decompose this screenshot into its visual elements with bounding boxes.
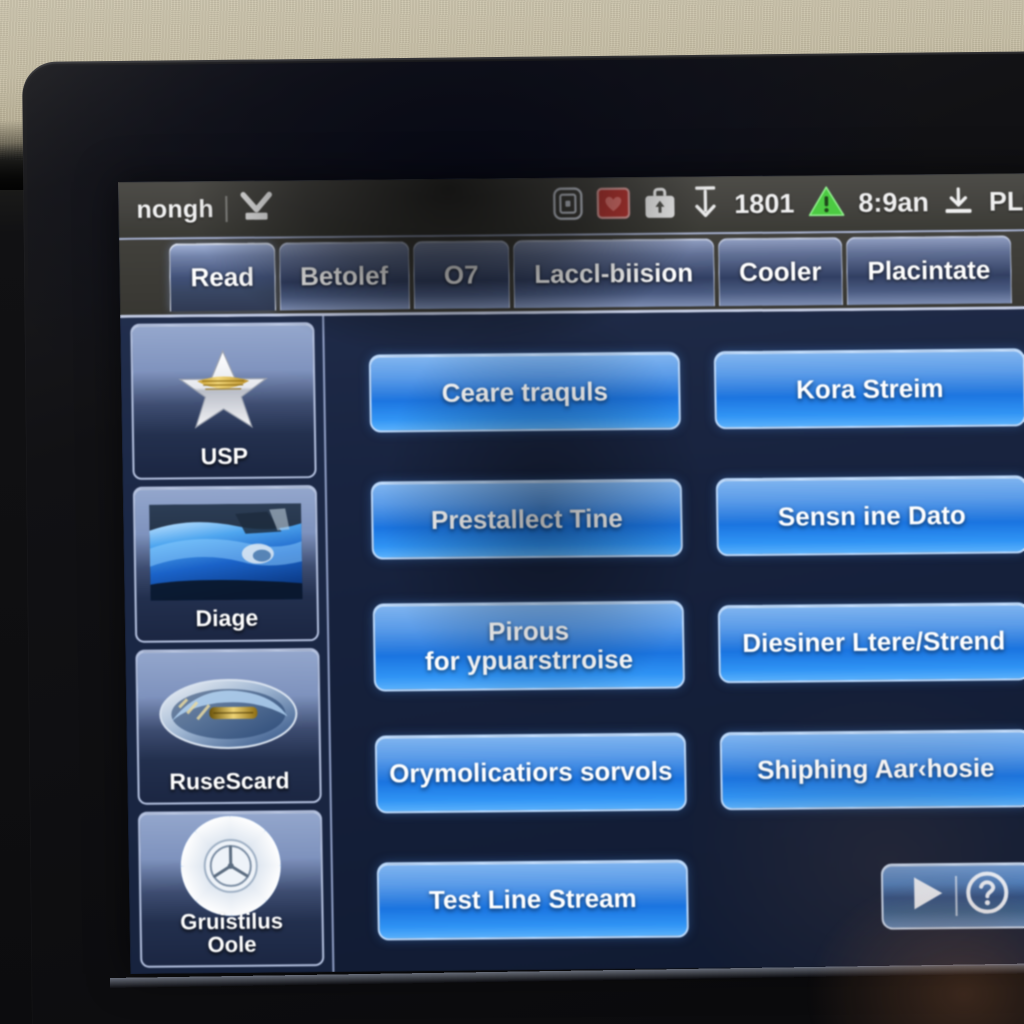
question-mark-circle-icon[interactable]: [961, 869, 1014, 922]
grid-cell: Orymolicatiors sorvols: [374, 719, 688, 827]
warning-triangle-icon[interactable]: [807, 184, 846, 223]
status-bar: nongh 1801 8:9an PL8: [118, 173, 1024, 240]
sidebar-item-gruistilus-oole[interactable]: Gruistilus Oolе: [137, 810, 325, 968]
tab-label: Laccl-biision: [533, 257, 694, 290]
tab-label: Placintate: [867, 254, 991, 286]
counter-value: 1801: [734, 188, 795, 219]
blue-car-photo-icon: [140, 496, 312, 607]
tab-cooler[interactable]: Cooler: [717, 237, 843, 307]
main-body: USP Diage RuseScard Gruistilus Oolе Cear…: [120, 309, 1024, 974]
button-test-line-stream[interactable]: Test Line Stream: [376, 859, 689, 941]
tab-label: Read: [190, 261, 255, 293]
tab-betolef[interactable]: Betolef: [278, 241, 410, 311]
oval-emblem-icon: [143, 659, 315, 770]
tab-placintate[interactable]: Placintate: [845, 235, 1012, 306]
grid-cell: [721, 842, 1024, 950]
button-pirous-for-ypuarstrroise[interactable]: Pirous for ypuarstrroise: [372, 600, 686, 692]
sidebar-item-diage[interactable]: Diage: [132, 484, 320, 643]
tab-o7[interactable]: O7: [412, 240, 510, 310]
grid-cell: Diesiner Ltere/Strend: [717, 589, 1024, 697]
grid-cell: Test Line Stream: [376, 846, 690, 954]
sidebar-item-label: Gruistilus Oolе: [180, 908, 284, 958]
button-kora-streim[interactable]: Kora Streim: [713, 348, 1024, 430]
button-sensn-ine-dato[interactable]: Sensn ine Dato: [715, 475, 1024, 557]
mercedes-wheel-icon: [145, 815, 316, 916]
grid-cell: Pirous for ypuarstrroise: [372, 592, 686, 700]
button-shiphing-aarchosie[interactable]: Shiphing Aar‹hosie: [719, 729, 1024, 811]
sidebar-item-usp[interactable]: USP: [130, 322, 317, 480]
grid-cell: Ceare traquls: [368, 339, 682, 447]
tab-read[interactable]: Read: [168, 242, 276, 312]
grid-cell: Shiphing Aar‹hosie: [719, 716, 1024, 824]
content-grid: Ceare traquls Kora Streim Prestallect Ti…: [324, 309, 1024, 972]
sim-card-icon[interactable]: [552, 186, 584, 225]
right-status-label: PL8: [988, 185, 1024, 217]
play-triangle-icon[interactable]: [901, 871, 952, 920]
warning-red-icon[interactable]: [596, 187, 631, 224]
status-bar-right: 1801 8:9an PL8: [552, 181, 1024, 227]
button-diesiner-ltere-strend[interactable]: Diesiner Ltere/Strend: [717, 602, 1024, 684]
tab-laccl-biision[interactable]: Laccl-biision: [512, 238, 715, 309]
download-bar-icon[interactable]: [689, 184, 722, 225]
sidebar: USP Diage RuseScard Gruistilus Oolе: [120, 316, 335, 974]
tab-label: Betolef: [299, 260, 389, 292]
clock-label: 8:9an: [858, 186, 930, 218]
media-control-group: [880, 861, 1024, 930]
status-bar-left: nongh: [136, 190, 274, 228]
brand-label: nongh: [136, 194, 215, 224]
grid-cell: Prestallect Tine: [370, 465, 684, 573]
status-divider: [225, 195, 229, 222]
grid-cell: Kora Streim: [713, 335, 1024, 443]
button-orymolicatiors-sorvols[interactable]: Orymolicatiors sorvols: [374, 732, 687, 814]
tablet-screen: nongh 1801 8:9an PL8 Read Betolef O7 Lac…: [118, 173, 1024, 974]
tab-label: O7: [443, 259, 479, 290]
media-divider: [954, 875, 958, 916]
tab-label: Cooler: [738, 256, 822, 288]
star-badge-icon: [137, 333, 309, 444]
briefcase-lock-icon[interactable]: [643, 185, 677, 224]
download-arrow-icon[interactable]: [240, 190, 275, 227]
sidebar-item-label: Diage: [195, 605, 259, 632]
button-prestallect-tine[interactable]: Prestallect Tine: [370, 478, 683, 560]
photograph-of-diagnostic-tablet: nongh 1801 8:9an PL8 Read Betolef O7 Lac…: [0, 0, 1024, 1024]
button-ceare-traquls[interactable]: Ceare traquls: [368, 352, 681, 433]
sidebar-item-label: USP: [200, 442, 249, 469]
eject-down-icon[interactable]: [942, 183, 977, 220]
sidebar-item-rusescard[interactable]: RuseScard: [135, 647, 322, 806]
grid-cell: Sensn ine Dato: [715, 462, 1024, 570]
sidebar-item-label: RuseScard: [169, 767, 290, 795]
tab-strip: Read Betolef O7 Laccl-biision Cooler Pla…: [118, 231, 1024, 318]
